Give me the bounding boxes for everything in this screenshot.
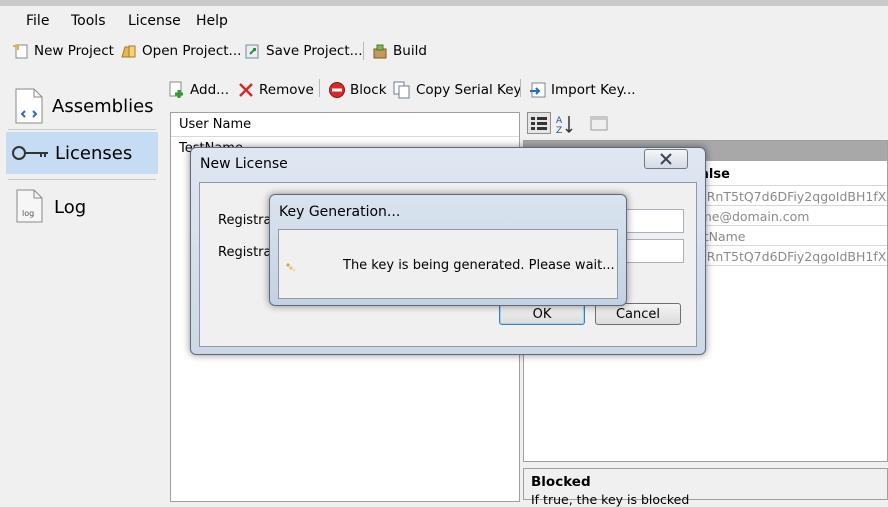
key-icon (12, 146, 48, 160)
license-toolbar: Add... Remove Block Copy Serial Key Impo… (163, 72, 888, 108)
open-project-button[interactable]: Open Project... (120, 41, 241, 61)
dialog-title: Key Generation... (279, 204, 401, 220)
toolbar-separator (363, 42, 364, 60)
copy-serial-key-label: Copy Serial Key (416, 82, 522, 98)
dialog-title: New License (200, 156, 288, 172)
add-icon (169, 81, 183, 98)
block-license-button[interactable]: Block (328, 80, 387, 100)
save-project-label: Save Project... (266, 43, 363, 59)
build-button[interactable]: Build (371, 41, 427, 61)
import-icon (530, 82, 546, 98)
alphabetical-view-button[interactable]: AZ (553, 112, 577, 136)
copy-serial-key-button[interactable]: Copy Serial Key (393, 80, 522, 100)
property-value[interactable]: TestName (684, 229, 887, 244)
copy-icon (393, 81, 410, 99)
new-project-button[interactable]: New Project (12, 41, 114, 61)
categorized-view-button[interactable] (527, 112, 551, 134)
toolbar-separator (520, 79, 521, 97)
new-project-label: New Project (34, 43, 114, 59)
svg-text:log: log (22, 209, 34, 218)
remove-x-icon (239, 83, 253, 97)
build-icon (373, 44, 387, 59)
sidebar-divider (8, 129, 156, 130)
toolbar-separator (319, 79, 320, 97)
remove-license-button[interactable]: Remove (237, 80, 314, 100)
menu-bar: File Tools License Help (0, 6, 888, 34)
cancel-button[interactable]: Cancel (595, 303, 681, 325)
add-label: Add... (190, 82, 230, 98)
property-pages-icon (590, 116, 608, 131)
menu-tools[interactable]: Tools (71, 13, 106, 29)
new-file-icon (13, 44, 28, 59)
key-generation-dialog: Key Generation... The key is being gener… (269, 194, 627, 306)
sidebar-divider (8, 179, 156, 180)
categorized-icon (531, 117, 547, 130)
property-value[interactable]: 5xyRnT5tQ7d6DFiy2qgoIdBH1fXZ0 (684, 189, 887, 204)
block-label: Block (350, 82, 387, 98)
sort-az-icon: AZ (556, 116, 573, 136)
property-value[interactable]: name@domain.com (684, 209, 887, 224)
close-icon (660, 153, 672, 165)
sidebar-item-log[interactable]: log Log (6, 186, 158, 228)
build-label: Build (393, 43, 427, 59)
import-key-label: Import Key... (551, 82, 636, 98)
main-toolbar: New Project Open Project... Save Project… (0, 35, 888, 67)
dialog-body: The key is being generated. Please wait.… (278, 229, 618, 299)
svg-text:A: A (556, 116, 563, 126)
assembly-icon (15, 88, 43, 124)
column-header-user-name[interactable]: User Name (171, 113, 519, 137)
log-icon: log (16, 189, 43, 223)
save-icon (245, 44, 259, 59)
sidebar-item-label: Assemblies (52, 95, 154, 117)
open-project-label: Open Project... (142, 43, 242, 59)
status-message: The key is being generated. Please wait.… (343, 258, 615, 273)
sidebar-item-assemblies[interactable]: Assemblies (6, 85, 158, 127)
menu-file[interactable]: File (26, 13, 49, 29)
sidebar-item-label: Licenses (55, 142, 133, 164)
menu-license[interactable]: License (128, 13, 181, 29)
dialog-close-button[interactable] (644, 149, 688, 169)
remove-label: Remove (259, 82, 314, 98)
property-description: Blocked If true, the key is blocked (523, 468, 888, 507)
sidebar-item-licenses[interactable]: Licenses (6, 132, 158, 174)
add-license-button[interactable]: Add... (168, 80, 229, 100)
menu-help[interactable]: Help (196, 13, 228, 29)
description-title: Blocked (531, 474, 591, 490)
sidebar-item-label: Log (54, 196, 87, 218)
spinner-icon (286, 263, 296, 272)
save-project-button[interactable]: Save Project... (244, 41, 363, 61)
block-icon (329, 82, 345, 98)
property-pages-button[interactable] (587, 112, 611, 134)
ok-button[interactable]: OK (499, 303, 585, 325)
svg-text:Z: Z (556, 126, 562, 135)
property-value[interactable]: 5xyRnT5tQ7d6DFiy2qgoIdBH1fXZ0 (684, 249, 887, 264)
import-key-button[interactable]: Import Key... (529, 80, 636, 100)
sidebar: Assemblies Licenses log Log (6, 72, 158, 500)
open-folder-icon (121, 45, 136, 58)
